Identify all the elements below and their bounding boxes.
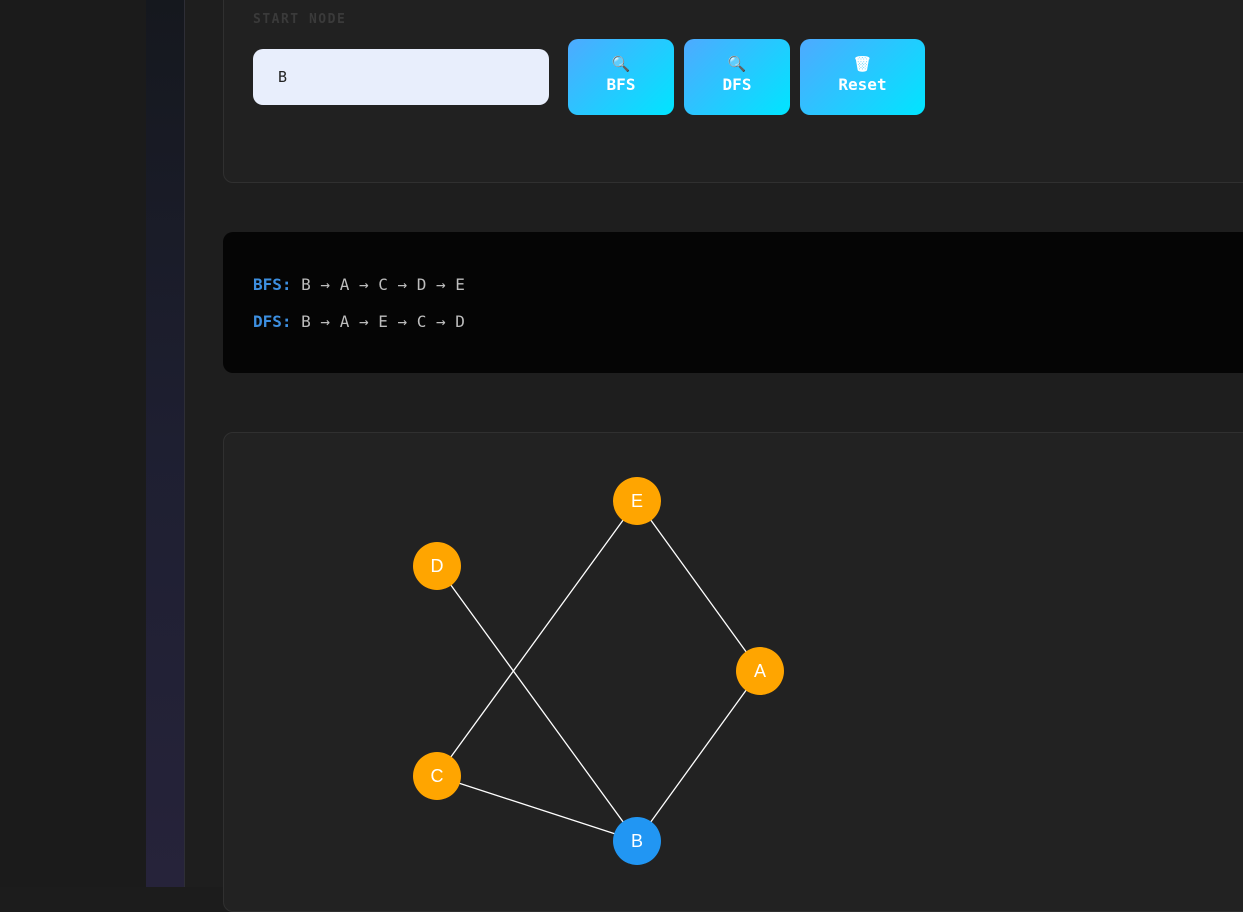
graph-edge-B-C	[436, 775, 638, 842]
graph-node-label: C	[431, 766, 444, 786]
graph-node-B[interactable]: B	[613, 817, 661, 865]
graph-edge-E-C	[436, 500, 638, 777]
graph-edge-B-D	[436, 565, 638, 842]
graph-node-label: A	[754, 661, 766, 681]
graph-canvas: A B C D E	[413, 477, 784, 865]
graph-node-D[interactable]: D	[413, 542, 461, 590]
graph-node-C[interactable]: C	[413, 752, 461, 800]
graph-node-label: D	[431, 556, 444, 576]
graph-edge-A-E	[636, 500, 761, 672]
graph-node-E[interactable]: E	[613, 477, 661, 525]
graph-node-label: E	[631, 491, 643, 511]
graph-node-A[interactable]: A	[736, 647, 784, 695]
graph-node-label: B	[631, 831, 643, 851]
graph-edge-B-A	[636, 670, 761, 842]
